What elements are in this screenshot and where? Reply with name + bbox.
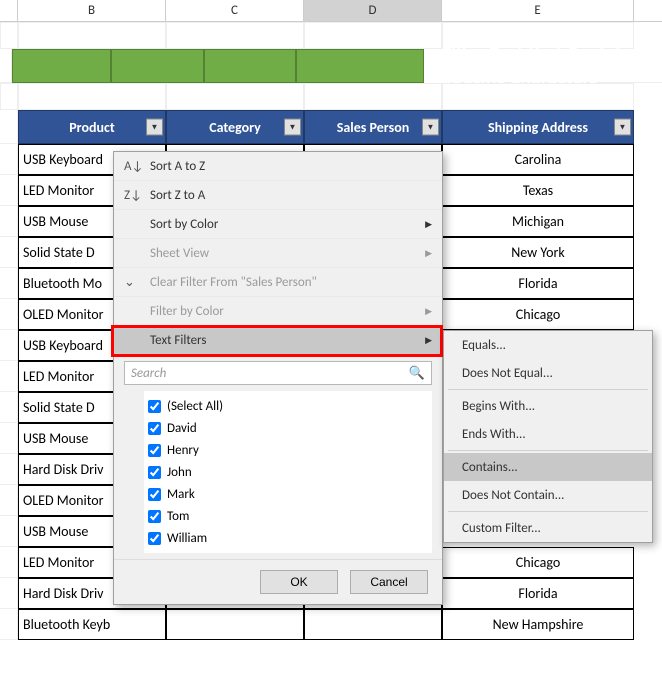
col-E[interactable]: E (442, 0, 634, 21)
custom-filter[interactable]: Custom Filter... (444, 514, 652, 542)
ends-with[interactable]: Ends With... (444, 420, 652, 448)
col-B[interactable]: B (18, 0, 166, 21)
sort-asc-icon: A↓ (124, 159, 143, 174)
header-product: Product▼ (18, 110, 166, 144)
button-row: OK Cancel (114, 559, 442, 604)
check-david[interactable]: David (144, 417, 432, 439)
search-input[interactable]: Search🔍 (124, 361, 432, 385)
filter-button-product[interactable]: ▼ (146, 119, 163, 136)
sort-by-color[interactable]: Sort by Color▶ (114, 210, 442, 239)
begins-with[interactable]: Begins With... (444, 392, 652, 420)
text-filters[interactable]: Text Filters▶ (114, 326, 442, 355)
not-contain[interactable]: Does Not Contain... (444, 481, 652, 509)
separator (448, 511, 648, 512)
col-D[interactable]: D (304, 0, 442, 21)
filter-button-sales-person[interactable]: ▼ (422, 119, 439, 136)
table-cell[interactable]: Michigan (442, 206, 634, 237)
table-cell[interactable] (166, 609, 304, 640)
chevron-right-icon: ▶ (425, 248, 432, 259)
chevron-right-icon: ▶ (425, 306, 432, 317)
table-cell[interactable]: Texas (442, 175, 634, 206)
filter-button-shipping-address[interactable]: ▼ (614, 119, 631, 136)
header-sales-person: Sales Person▼ (304, 110, 442, 144)
chevron-right-icon: ▶ (425, 335, 432, 346)
filter-button-category[interactable]: ▼ (284, 119, 301, 136)
table-cell[interactable]: New York (442, 237, 634, 268)
equals[interactable]: Equals... (444, 331, 652, 359)
not-equal[interactable]: Does Not Equal... (444, 359, 652, 387)
table-cell[interactable]: Chicago (442, 547, 634, 578)
cancel-button[interactable]: Cancel (350, 570, 428, 594)
filter-dropdown: A↓Sort A to Z Z↓Sort Z to A Sort by Colo… (113, 151, 443, 605)
check-william[interactable]: William (144, 527, 432, 549)
table-cell[interactable]: Florida (442, 578, 634, 609)
check-henry[interactable]: Henry (144, 439, 432, 461)
header-category: Category▼ (166, 110, 304, 144)
header-shipping-address: Shipping Address▼ (442, 110, 634, 144)
separator (448, 389, 648, 390)
ok-button[interactable]: OK (260, 570, 338, 594)
table-cell[interactable]: Bluetooth Keyb (18, 609, 166, 640)
table-cell[interactable]: Carolina (442, 144, 634, 175)
filter-by-color: Filter by Color▶ (114, 297, 442, 326)
table-cell[interactable]: Chicago (442, 299, 634, 330)
text-filters-submenu: Equals... Does Not Equal... Begins With.… (443, 330, 653, 543)
sort-za[interactable]: Z↓Sort Z to A (114, 181, 442, 210)
filter-checklist: (Select All) David Henry John Mark Tom W… (144, 391, 432, 553)
separator (448, 450, 648, 451)
column-header-row: B C D E (0, 0, 662, 22)
sheet-view: Sheet View▶ (114, 239, 442, 268)
table-cell[interactable]: Florida (442, 268, 634, 299)
check-tom[interactable]: Tom (144, 505, 432, 527)
search-icon: 🔍 (409, 366, 425, 381)
clear-filter-icon: ⌄ (124, 275, 135, 290)
contains[interactable]: Contains... (444, 453, 652, 481)
sort-desc-icon: Z↓ (124, 188, 142, 203)
col-corner (0, 0, 18, 21)
check-select-all[interactable]: (Select All) (144, 395, 432, 417)
table-cell[interactable]: New Hampshire (442, 609, 634, 640)
col-C[interactable]: C (166, 0, 304, 21)
check-john[interactable]: John (144, 461, 432, 483)
banner-title: Filter Text that Contains Specific Chara… (442, 49, 662, 83)
chevron-right-icon: ▶ (425, 219, 432, 230)
table-cell[interactable] (304, 609, 442, 640)
sort-az[interactable]: A↓Sort A to Z (114, 152, 442, 181)
check-mark[interactable]: Mark (144, 483, 432, 505)
clear-filter: ⌄Clear Filter From "Sales Person" (114, 268, 442, 297)
